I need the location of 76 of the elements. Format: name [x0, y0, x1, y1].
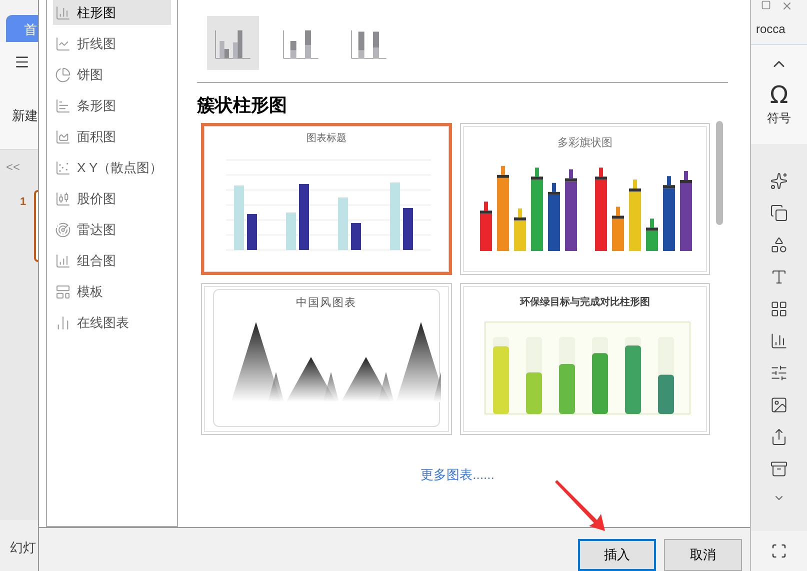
- share-icon[interactable]: [770, 428, 788, 446]
- paint-brush-bar: [514, 208, 526, 250]
- line-chart-icon: [55, 36, 71, 52]
- paint-brush-bar: [480, 201, 492, 250]
- text-style-icon[interactable]: [770, 268, 788, 286]
- menu-icon[interactable]: [14, 54, 30, 70]
- scatter-chart-icon: [55, 160, 71, 176]
- scan-icon[interactable]: [771, 543, 787, 559]
- chart-category-item[interactable]: 在线图表: [53, 310, 171, 335]
- chart-bar: [351, 223, 362, 250]
- chart-category-item[interactable]: 饼图: [53, 62, 171, 87]
- chart-bar: [390, 182, 400, 250]
- chart-bar: [286, 212, 296, 250]
- chart-category-item[interactable]: 股价图: [53, 186, 171, 211]
- chart-bar: [338, 198, 348, 250]
- dialog-button[interactable]: 取消: [664, 539, 742, 571]
- slide-number: 1: [20, 195, 26, 210]
- chart-category-item[interactable]: 组合图: [53, 248, 171, 273]
- combo-chart-icon: [55, 252, 71, 268]
- template-title: 环保绿目标与完成对比柱形图: [518, 295, 651, 310]
- chart-template-card[interactable]: 环保绿目标与完成对比柱形图: [460, 283, 710, 435]
- chart-category-item[interactable]: 条形图: [53, 93, 171, 118]
- column-chart-icon: [55, 4, 71, 20]
- chart-template-card[interactable]: 多彩旗状图: [460, 123, 710, 275]
- image-icon[interactable]: [770, 396, 788, 414]
- maximize-icon[interactable]: [761, 0, 771, 10]
- section-heading: 簇状柱形图: [197, 94, 288, 117]
- chart-category-item[interactable]: 折线图: [53, 31, 171, 56]
- grid-icon[interactable]: [770, 300, 788, 318]
- chart-bar: [403, 208, 414, 250]
- template-title: 多彩旗状图: [556, 136, 614, 151]
- scrollbar[interactable]: [716, 121, 723, 225]
- chart-subtype-option[interactable]: [207, 16, 259, 70]
- chart-bar: [558, 364, 575, 414]
- close-icon[interactable]: [781, 0, 793, 12]
- template-title: 图表标题: [305, 132, 348, 146]
- sparkles-icon[interactable]: [770, 172, 788, 190]
- chart-template-card[interactable]: 图表标题: [201, 123, 452, 275]
- shapes-icon[interactable]: [770, 236, 788, 254]
- omega-icon[interactable]: Ω: [770, 81, 788, 109]
- chart-bar: [247, 214, 258, 250]
- chart-category-item[interactable]: 雷达图: [53, 217, 171, 242]
- chart-category-item[interactable]: 柱形图: [53, 0, 171, 25]
- paint-brush-bar: [646, 218, 658, 250]
- status-text: 幻灯: [10, 540, 36, 555]
- area-chart-icon: [55, 128, 71, 144]
- chart-template-card[interactable]: 中国风图表: [201, 283, 452, 435]
- paint-brush-bar: [548, 182, 560, 250]
- chart-bar: [299, 184, 310, 250]
- bar-chart-icon[interactable]: [770, 332, 788, 350]
- template-icon: [55, 284, 71, 300]
- chart-category-item[interactable]: 模板: [53, 279, 171, 304]
- more-charts-link[interactable]: 更多图表......: [420, 465, 494, 484]
- paint-brush-bar: [628, 179, 641, 250]
- pointer-arrow: [555, 478, 607, 533]
- user-name[interactable]: rocca: [751, 14, 807, 44]
- pie-chart-icon: [55, 66, 71, 82]
- archive-icon[interactable]: [770, 460, 788, 478]
- chart-bar: [592, 353, 608, 414]
- new-label[interactable]: 新建: [12, 106, 38, 126]
- chart-bar: [526, 372, 542, 414]
- chart-category-item[interactable]: X Y（散点图）: [53, 155, 171, 180]
- radar-icon: [55, 222, 71, 238]
- paint-brush-bar: [612, 206, 624, 250]
- bar-chart-icon: [55, 98, 71, 114]
- online-chart-icon: [55, 314, 71, 330]
- chart-category-item[interactable]: 面积图: [53, 124, 171, 149]
- template-title: 中国风图表: [296, 296, 356, 311]
- candlestick-chart-icon: [55, 190, 71, 206]
- copy-icon[interactable]: [770, 204, 788, 222]
- chart-bar: [234, 186, 244, 250]
- symbol-label[interactable]: 符号: [767, 109, 791, 127]
- slide-thumbnail[interactable]: [34, 190, 38, 262]
- dialog-button[interactable]: 插入: [578, 539, 656, 571]
- chart-bar: [658, 374, 674, 414]
- sliders-icon[interactable]: [770, 364, 788, 382]
